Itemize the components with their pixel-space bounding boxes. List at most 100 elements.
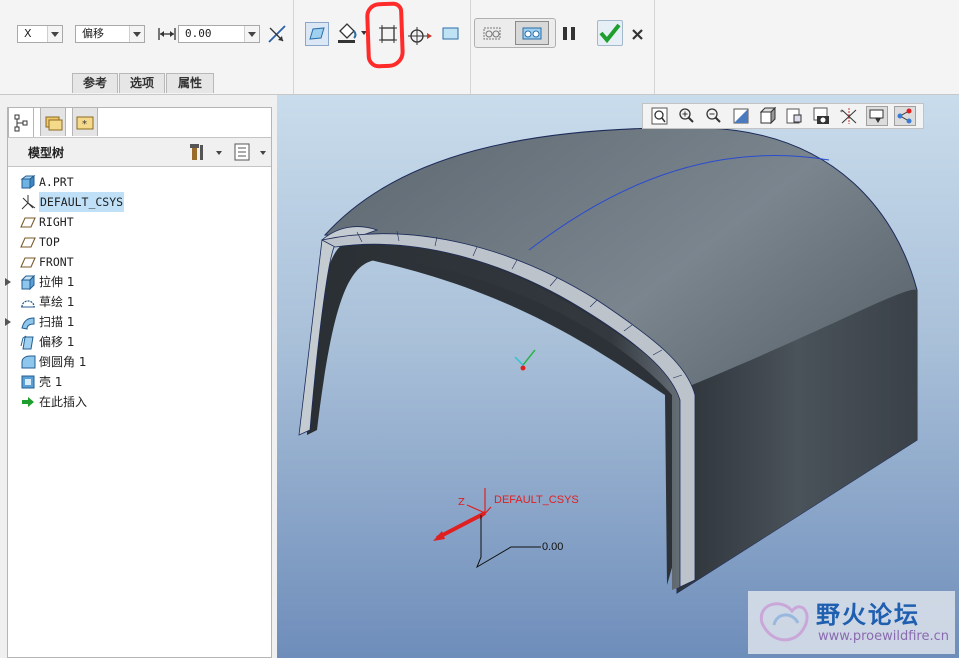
- part-icon: [20, 174, 36, 190]
- tab-properties[interactable]: 属性: [166, 73, 214, 93]
- annotation-display-button[interactable]: [866, 106, 888, 126]
- model-tree-title: 模型树: [28, 146, 65, 160]
- tree-item[interactable]: TOP: [20, 232, 250, 252]
- tree-item-label: 拉伸 1: [39, 275, 75, 289]
- offset-value-text: 0.00: [185, 27, 212, 40]
- watermark-logo-icon: [759, 602, 809, 642]
- tree-item-label: 壳 1: [39, 375, 63, 389]
- sweep-icon: [20, 314, 36, 330]
- tree-item-label: 扫描 1: [39, 315, 75, 329]
- solid-fill-button[interactable]: [335, 21, 369, 45]
- tab-options[interactable]: 选项: [119, 73, 165, 93]
- graphics-viewport[interactable]: DEFAULT_CSYS Z 0.00: [277, 95, 959, 658]
- view-triad-icon: [514, 349, 536, 371]
- sketch-icon: [20, 294, 36, 310]
- datum-display-icon: *: [840, 108, 857, 124]
- tree-item-label: TOP: [39, 235, 60, 249]
- extrude-icon: [20, 274, 36, 291]
- chevron-down-icon: [129, 26, 144, 42]
- axis-select[interactable]: X: [17, 25, 63, 43]
- tree-icon: [14, 114, 28, 132]
- tree-item[interactable]: FRONT: [20, 252, 250, 272]
- wireframe-glasses-icon: [483, 27, 501, 40]
- tree-item[interactable]: 拉伸 1: [5, 272, 250, 292]
- refit-button[interactable]: [649, 106, 671, 126]
- tree-item[interactable]: 倒圆角 1: [20, 352, 250, 372]
- csys-label: DEFAULT_CSYS: [494, 494, 579, 506]
- shell-model: [298, 127, 918, 594]
- red-annotation-circle: [364, 1, 406, 69]
- zoom-out-button[interactable]: [703, 106, 725, 126]
- tree-item-label: A.PRT: [39, 175, 74, 189]
- datum-plane-icon: [20, 254, 36, 270]
- cancel-button[interactable]: [627, 23, 649, 45]
- csys-icon: [20, 194, 36, 210]
- surface-icon: [309, 27, 325, 40]
- tree-item[interactable]: 偏移 1: [20, 332, 250, 352]
- view-manager-icon: [813, 107, 829, 124]
- show-menu-button[interactable]: [232, 142, 268, 162]
- shell-icon: [20, 374, 36, 390]
- tree-item[interactable]: 壳 1: [20, 372, 250, 392]
- close-icon: [632, 29, 643, 40]
- cube-icon: [759, 106, 777, 125]
- datum-plane-icon: [20, 214, 36, 230]
- saved-views-button[interactable]: [784, 106, 806, 126]
- pause-icon: [563, 27, 575, 40]
- offset-dimension-label[interactable]: 0.00: [542, 541, 563, 553]
- model-canvas: [298, 127, 918, 594]
- tab-model-tree[interactable]: [8, 107, 34, 137]
- tree-item-label: 在此插入: [39, 395, 88, 409]
- tree-item-label: RIGHT: [39, 215, 74, 229]
- tools-icon: [190, 144, 222, 160]
- folders-icon: [45, 116, 63, 131]
- offset-type-select[interactable]: 偏移: [75, 25, 145, 43]
- datum-display-button[interactable]: *: [838, 106, 860, 126]
- svg-text:*: *: [840, 109, 843, 116]
- tree-item[interactable]: 草绘 1: [20, 292, 250, 312]
- panel-button[interactable]: [440, 23, 462, 45]
- surface-offset-button[interactable]: [305, 22, 329, 46]
- crosshair-icon: [408, 27, 432, 45]
- move-button[interactable]: [407, 24, 433, 46]
- offset-type-value: 偏移: [82, 27, 104, 40]
- favorites-folder-icon: *: [76, 116, 94, 130]
- flip-direction-button[interactable]: [266, 23, 288, 45]
- tree-item[interactable]: RIGHT: [20, 212, 250, 232]
- expand-arrow-icon[interactable]: [5, 318, 11, 326]
- insert-here-icon: [20, 394, 36, 410]
- settings-tools-button[interactable]: [188, 142, 224, 162]
- display-style-button[interactable]: [757, 106, 779, 126]
- offset-icon: [20, 334, 36, 350]
- paint-bucket-icon: [338, 23, 367, 43]
- tab-references[interactable]: 参考: [72, 73, 118, 93]
- confirm-button[interactable]: [597, 20, 623, 46]
- tree-item[interactable]: A.PRT: [20, 172, 250, 192]
- offset-value-input[interactable]: 0.00: [178, 25, 260, 43]
- datum-plane-icon: [20, 234, 36, 250]
- tree-item[interactable]: 在此插入: [20, 392, 250, 412]
- chevron-down-icon: [244, 26, 259, 42]
- tree-item[interactable]: DEFAULT_CSYS: [20, 192, 250, 212]
- repaint-button[interactable]: [730, 106, 752, 126]
- network-icon: [897, 108, 912, 124]
- model-tree-header: 模型树: [8, 137, 271, 167]
- tab-favorites[interactable]: *: [72, 107, 98, 136]
- network-display-button[interactable]: [894, 106, 916, 126]
- refit-icon: [651, 107, 668, 125]
- tab-folder-browser[interactable]: [40, 107, 66, 136]
- watermark: 野火论坛 www.proewildfire.cn: [748, 591, 955, 654]
- tree-item-label: 倒圆角 1: [39, 355, 87, 369]
- preview-shaded-button[interactable]: [515, 21, 549, 45]
- list-view-icon: [234, 143, 266, 161]
- repaint-icon: [733, 108, 749, 124]
- view-toolbar: *: [642, 103, 924, 129]
- view-manager-button[interactable]: [811, 106, 833, 126]
- watermark-title: 野火论坛: [816, 601, 920, 629]
- expand-arrow-icon[interactable]: [5, 278, 11, 286]
- preview-wireframe-button[interactable]: [481, 22, 503, 44]
- zoom-in-button[interactable]: [676, 106, 698, 126]
- annotation-display-icon: [869, 109, 884, 123]
- tree-item[interactable]: 扫描 1: [5, 312, 250, 332]
- pause-button[interactable]: [558, 22, 580, 44]
